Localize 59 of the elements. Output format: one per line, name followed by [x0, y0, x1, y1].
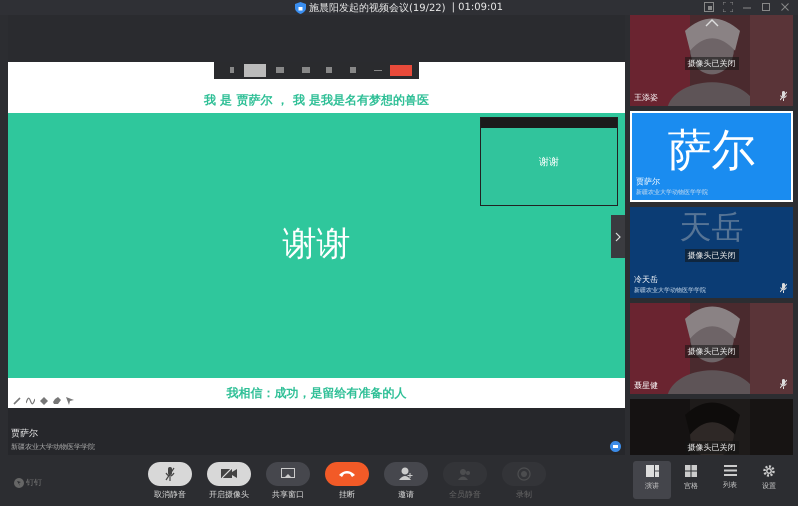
add-person-icon — [399, 467, 413, 480]
control-label: 挂断 — [339, 488, 355, 500]
list-icon — [724, 465, 736, 476]
fullscreen-icon[interactable] — [723, 2, 733, 12]
participant-name: 贾萨尔 — [636, 176, 661, 187]
participant-video-tile[interactable]: 摄像头已关闭 — [630, 399, 793, 455]
participant-name: 冷天岳 — [634, 274, 659, 285]
pip-icon[interactable] — [704, 2, 714, 12]
slide-title: 谢谢 — [282, 222, 350, 266]
invite-button[interactable] — [384, 462, 428, 486]
control-label: 开启摄像头 — [209, 488, 249, 500]
pen-icon[interactable] — [13, 397, 21, 405]
control-label: 全员静音 — [449, 488, 481, 500]
camera-button[interactable] — [207, 462, 251, 486]
participant-name: 聂星健 — [634, 380, 658, 391]
speaker-layout-icon — [646, 465, 658, 477]
slide-quote: 我相信：成功，是留给有准备的人 — [226, 384, 406, 402]
hang-up-icon — [339, 470, 355, 477]
participant-name: 王添姿 — [634, 92, 658, 103]
thumbnail-text: 谢谢 — [539, 156, 559, 168]
grid-icon — [685, 465, 697, 477]
camera-status: 摄像头已关闭 — [684, 441, 738, 454]
camera-status: 摄像头已关闭 — [684, 57, 738, 70]
pointer-icon[interactable] — [66, 397, 74, 405]
people-icon — [458, 468, 472, 480]
hangup-button[interactable] — [325, 462, 369, 486]
muted-mic-icon — [165, 466, 175, 480]
diamond-icon[interactable] — [40, 397, 48, 405]
slide-heading: 我 是 贾萨尔 ， 我 是我是名有梦想的兽医 — [204, 92, 429, 109]
camera-status: 摄像头已关闭 — [684, 345, 738, 358]
camera-off-icon — [221, 468, 237, 479]
close-icon[interactable] — [780, 2, 790, 12]
share-screen-icon — [281, 468, 295, 480]
control-label: 录制 — [516, 488, 532, 500]
participant-video-tile[interactable]: 摄像头已关闭 聂星健 — [630, 303, 793, 394]
share-button[interactable] — [266, 462, 310, 486]
control-label: 共享窗口 — [272, 488, 304, 500]
avatar-initials: 天岳 — [678, 207, 744, 247]
mic-button[interactable] — [148, 462, 192, 486]
expand-tab[interactable] — [611, 215, 625, 258]
control-label: 取消静音 — [154, 488, 186, 500]
shield-icon — [294, 2, 306, 14]
chevron-up-icon[interactable] — [705, 19, 719, 27]
avatar-initials: 萨尔 — [668, 124, 756, 178]
maximize-icon[interactable] — [761, 2, 771, 12]
record-icon — [517, 466, 531, 480]
chat-icon[interactable] — [610, 441, 621, 452]
presenter-name: 贾萨尔 — [11, 428, 39, 440]
control-label: 邀请 — [398, 488, 414, 500]
eraser-icon[interactable] — [53, 397, 61, 405]
settings-icon — [763, 465, 775, 477]
window-title: 施晨阳发起的视频会议(19/22) — [308, 2, 446, 14]
participant-video-tile[interactable]: 摄像头已关闭 王添姿 — [630, 15, 793, 106]
camera-status: 摄像头已关闭 — [684, 249, 738, 262]
brand-name: 钉钉 — [26, 477, 42, 488]
logo-icon — [14, 478, 24, 488]
meeting-time: | 01:09:01 — [452, 2, 504, 13]
chevron-right-icon — [615, 232, 621, 242]
curve-icon[interactable] — [26, 397, 35, 405]
